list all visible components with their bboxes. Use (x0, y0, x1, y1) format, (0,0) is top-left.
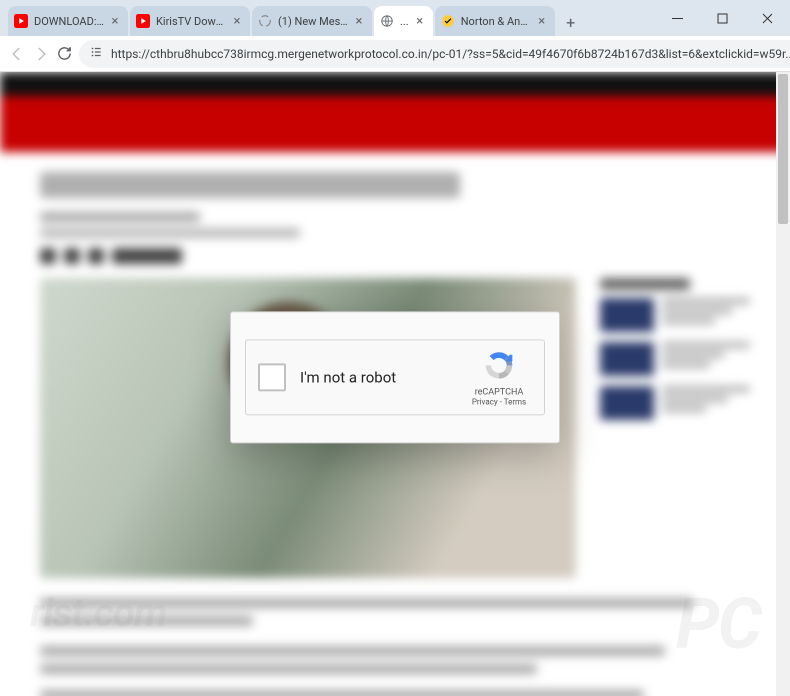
recaptcha-widget: I'm not a robot reCAPTCHA Privacy - Term… (245, 339, 545, 415)
close-window-button[interactable] (745, 0, 790, 36)
globe-icon (380, 14, 394, 28)
tab-title: DOWNLOAD: Red (34, 15, 104, 28)
browser-titlebar: DOWNLOAD: Red × KirisTV Download × (1) N… (0, 0, 790, 36)
forward-button[interactable] (32, 40, 50, 68)
play-icon (136, 14, 150, 28)
tab-4-active[interactable]: ... × (374, 6, 433, 36)
close-icon[interactable]: × (413, 14, 427, 28)
window-controls (655, 0, 790, 36)
close-icon[interactable]: × (108, 14, 122, 28)
recaptcha-dialog: I'm not a robot reCAPTCHA Privacy - Term… (230, 311, 560, 443)
site-info-icon[interactable] (89, 45, 103, 62)
tab-title: (1) New Message! (278, 15, 348, 28)
address-bar: https://cthbru8hubcc738irmcg.mergenetwor… (0, 36, 790, 72)
close-icon[interactable]: × (535, 14, 549, 28)
tab-2[interactable]: KirisTV Download × (130, 6, 250, 36)
close-icon[interactable]: × (352, 14, 366, 28)
play-icon (14, 14, 28, 28)
tab-title: ... (400, 15, 409, 28)
page-content: rist.com PC I'm not a robot reCAPTCHA Pr… (0, 72, 790, 696)
shield-icon (441, 14, 455, 28)
tab-1[interactable]: DOWNLOAD: Red × (8, 6, 128, 36)
maximize-button[interactable] (700, 0, 745, 36)
tab-title: KirisTV Download (156, 15, 226, 28)
recaptcha-logo: reCAPTCHA Privacy - Terms (466, 349, 532, 406)
recaptcha-privacy-link[interactable]: Privacy (472, 397, 498, 406)
url-text: https://cthbru8hubcc738irmcg.mergenetwor… (111, 47, 790, 61)
tab-title: Norton & AntiVirus (461, 15, 531, 28)
back-button[interactable] (8, 40, 26, 68)
scrollbar-thumb[interactable] (778, 74, 788, 224)
tab-5[interactable]: Norton & AntiVirus × (435, 6, 555, 36)
reload-button[interactable] (56, 40, 73, 68)
watermark: rist.com (30, 589, 167, 636)
recaptcha-checkbox[interactable] (258, 363, 286, 391)
recaptcha-terms-link[interactable]: Terms (504, 397, 526, 406)
close-icon[interactable]: × (230, 14, 244, 28)
watermark: PC (676, 584, 760, 666)
tab-3[interactable]: (1) New Message! × (252, 6, 372, 36)
minimize-button[interactable] (655, 0, 700, 36)
recaptcha-brand: reCAPTCHA (466, 387, 532, 397)
article-headline (40, 172, 460, 198)
vertical-scrollbar[interactable] (776, 72, 790, 696)
recaptcha-icon (483, 349, 515, 381)
recaptcha-label: I'm not a robot (300, 368, 466, 386)
url-box[interactable]: https://cthbru8hubcc738irmcg.mergenetwor… (79, 40, 790, 68)
loading-icon (258, 14, 272, 28)
new-tab-button[interactable]: + (557, 8, 585, 36)
